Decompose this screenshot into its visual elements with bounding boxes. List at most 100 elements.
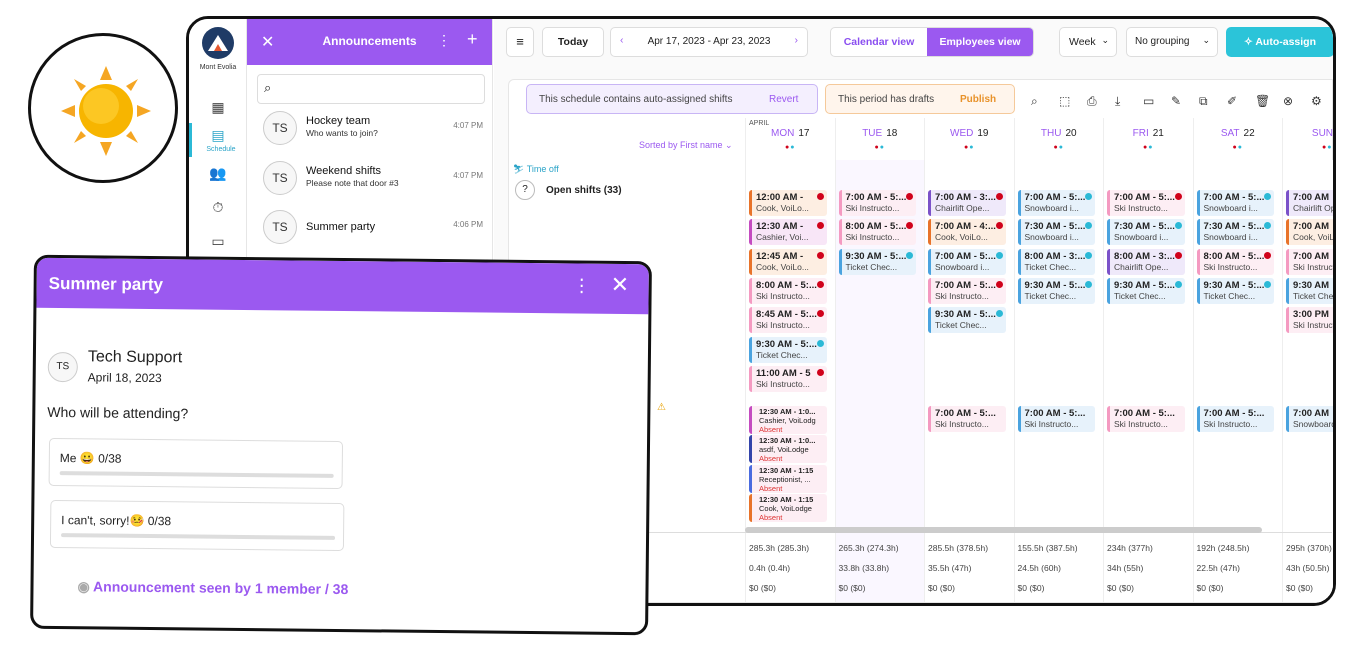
shift-card[interactable]: 8:00 AM - 5:... Ski Instructo... [1196, 248, 1274, 275]
calendar-view-button[interactable]: Calendar view [831, 28, 927, 56]
announcement-item[interactable]: TS Hockey team Who wants to join? 4:07 P… [263, 109, 483, 149]
users-icon[interactable]: 👥 [209, 165, 227, 181]
shift-card[interactable]: 9:30 AM - 5:... Ticket Chec... [1196, 277, 1274, 304]
more-icon[interactable]: ⋮ [573, 275, 591, 296]
employees-view-button[interactable]: Employees view [927, 28, 1033, 56]
shift-role: Ticket Chec... [1114, 290, 1166, 301]
day-number: 19 [977, 128, 989, 139]
shift-card[interactable]: 7:00 AM - 5:... Ski Instructo... [1196, 406, 1274, 432]
trash-icon[interactable]: 🗑 [1255, 94, 1270, 108]
absence-card[interactable]: 12:30 AM - 1:0... Cashier, VoiLodg Absent [749, 406, 827, 434]
shift-card[interactable]: 12:30 AM - Cashier, Voi... [749, 219, 827, 246]
shift-card[interactable]: 7:00 AM Cook, VoiLo [1286, 219, 1333, 246]
close-icon[interactable]: ✕ [611, 272, 630, 298]
shift-card[interactable]: 7:00 AM - 5:... Snowboard i... [1017, 190, 1095, 216]
popup-date: April 18, 2023 [87, 370, 162, 386]
org-name: Mont Evolia [199, 64, 237, 71]
period-select[interactable]: Week ⌄ [1059, 27, 1117, 57]
cancel-icon[interactable]: ⊗ [1283, 94, 1293, 108]
shift-card[interactable]: 9:30 AM - 5:... Ticket Chec... [928, 307, 1006, 334]
shift-card[interactable]: 9:30 AM - 5:... Ticket Chec... [749, 336, 827, 363]
download-icon[interactable]: ⤓ [1115, 94, 1120, 109]
day-label: FRI [1132, 128, 1149, 139]
poll-option[interactable]: Me 😀 0/38 [48, 437, 344, 490]
shift-card[interactable]: 7:00 AM - 3:... Chairlift Ope... [928, 190, 1006, 216]
status-dots: ●● [1053, 144, 1064, 151]
absence-card[interactable]: 12:30 AM - 1:0... asdf, VoiLodge Absent [749, 435, 827, 464]
seen-status[interactable]: ◉ Announcement seen by 1 member / 38 [77, 578, 348, 598]
shift-card[interactable]: 7:30 AM - 5:... Snowboard i... [1196, 219, 1274, 246]
folder-icon[interactable]: ▭ [1143, 94, 1154, 108]
absence-card[interactable]: 12:30 AM - 1:15 Cook, VoiLodge Absent [749, 493, 827, 522]
absence-time: 12:30 AM - 1:0... [759, 436, 816, 446]
publish-button[interactable]: Publish [960, 94, 996, 105]
shift-card[interactable]: 9:30 AM - 5:... Ticket Chec... [1107, 277, 1185, 304]
absence-card[interactable]: 12:30 AM - 1:15 Receptionist, ... Absent [749, 464, 827, 493]
timer-icon[interactable]: ⏱ [209, 199, 227, 215]
inbox-icon[interactable]: ▭ [209, 233, 227, 249]
announcement-item[interactable]: TS Weekend shifts Please note that door … [263, 159, 483, 199]
search-icon[interactable]: ⌕ [1031, 94, 1038, 109]
auto-assign-button[interactable]: ✧ Auto-assign [1226, 27, 1333, 57]
shift-card[interactable]: 7:00 AM - 5:... Snowboard i... [928, 248, 1006, 275]
day-label: SAT [1220, 128, 1240, 139]
user-edit-icon[interactable]: ✎ [1171, 94, 1181, 108]
today-button[interactable]: Today [542, 27, 604, 57]
shift-card[interactable]: 7:30 AM - 5:... Snowboard i... [1107, 219, 1185, 246]
shift-card[interactable]: 7:00 AM - 5:... Ski Instructo... [838, 190, 916, 216]
announcement-item[interactable]: TS Summer party 4:06 PM [263, 208, 483, 248]
shift-card[interactable]: 3:00 PM Ski Instruct [1286, 307, 1333, 334]
shift-card[interactable]: 12:00 AM - Cook, VoiLo... [749, 190, 827, 216]
shift-card[interactable]: 8:00 AM - 3:... Chairlift Ope... [1107, 248, 1185, 275]
print-icon[interactable]: ⎙ [1087, 94, 1097, 109]
dashboard-icon[interactable]: ▦ [209, 99, 227, 115]
shift-card[interactable]: 7:00 AM - 5:... Ski Instructo... [1107, 406, 1185, 432]
chevron-right-icon[interactable]: › [795, 34, 799, 46]
copy-icon[interactable]: ⧉ [1199, 94, 1208, 109]
shift-card[interactable]: 9:30 AM - 5:... Ticket Chec... [1017, 277, 1095, 304]
grouping-select[interactable]: No grouping ⌄ [1126, 27, 1218, 57]
shift-card[interactable]: 9:30 AM Ticket Chec [1286, 277, 1333, 304]
org-logo[interactable] [202, 27, 234, 59]
select-icon[interactable]: ⬚ [1059, 94, 1070, 108]
shift-card[interactable]: 7:00 AM Chairlift Op [1286, 190, 1333, 216]
shift-role: Ticket Chec... [1203, 290, 1256, 301]
shift-card[interactable]: 9:30 AM - 5:... Ticket Chec... [838, 248, 916, 275]
shift-role: Snowboard i... [1203, 203, 1258, 213]
shift-role: Cashier, Voi... [756, 232, 809, 243]
shift-role: Cook, VoiLo... [935, 232, 988, 243]
pin-icon[interactable]: ✐ [1227, 94, 1237, 108]
shift-card[interactable]: 7:00 AM - 5:... Ski Instructo... [1017, 406, 1095, 432]
shift-card[interactable]: 7:00 AM Snowboard [1286, 406, 1333, 432]
shift-card[interactable]: 8:45 AM - 5:... Ski Instructo... [749, 307, 827, 334]
horizontal-scrollbar[interactable] [745, 527, 1262, 533]
stat-cell: $0 ($0) [928, 583, 955, 593]
date-range-picker[interactable]: ‹ Apr 17, 2023 - Apr 23, 2023 › [610, 27, 808, 57]
shift-card[interactable]: 7:00 AM - 5:... Ski Instructo... [1107, 190, 1185, 216]
day-header: WED 19 ●● [924, 118, 1014, 160]
search-input[interactable]: ⌕ [257, 74, 485, 104]
shift-card[interactable]: 7:00 AM - 4:... Cook, VoiLo... [928, 219, 1006, 246]
time-off-row[interactable]: ⛷ Time off [513, 164, 559, 175]
revert-button[interactable]: Revert [769, 94, 798, 105]
announcement-popup: Summer party ⋮ ✕ TS Tech Support April 1… [30, 254, 652, 636]
more-icon[interactable]: ⋮ [437, 32, 451, 49]
shift-card[interactable]: 8:00 AM - 5:... Ski Instructo... [838, 219, 916, 246]
shift-card[interactable]: 7:00 AM Ski Instruct [1286, 248, 1333, 275]
shift-card[interactable]: 8:00 AM - 5:... Ski Instructo... [749, 277, 827, 304]
shift-card[interactable]: 7:30 AM - 5:... Snowboard i... [1017, 219, 1095, 246]
shift-card[interactable]: 11:00 AM - 5 Ski Instructo... [749, 365, 827, 392]
shift-card[interactable]: 7:00 AM - 5:... Ski Instructo... [928, 277, 1006, 304]
rail-item-schedule[interactable]: ▤ Schedule [189, 123, 247, 157]
shift-card[interactable]: 12:45 AM - Cook, VoiLo... [749, 248, 827, 275]
sort-label[interactable]: Sorted by First name ⌄ [639, 140, 733, 151]
shift-card[interactable]: 8:00 AM - 3:... Ticket Chec... [1017, 248, 1095, 275]
shift-card[interactable]: 7:00 AM - 5:... Ski Instructo... [928, 406, 1006, 432]
stat-cell: $0 ($0) [838, 583, 866, 593]
poll-option[interactable]: I can't, sorry!🤒 0/38 [49, 499, 345, 552]
gear-icon[interactable]: ⚙ [1311, 94, 1322, 108]
shift-card[interactable]: 7:00 AM - 5:... Snowboard i... [1196, 190, 1274, 216]
add-icon[interactable]: + [467, 29, 478, 50]
view-toggle: Calendar view Employees view [830, 27, 1034, 57]
filter-icon[interactable]: ≡ [506, 27, 534, 57]
